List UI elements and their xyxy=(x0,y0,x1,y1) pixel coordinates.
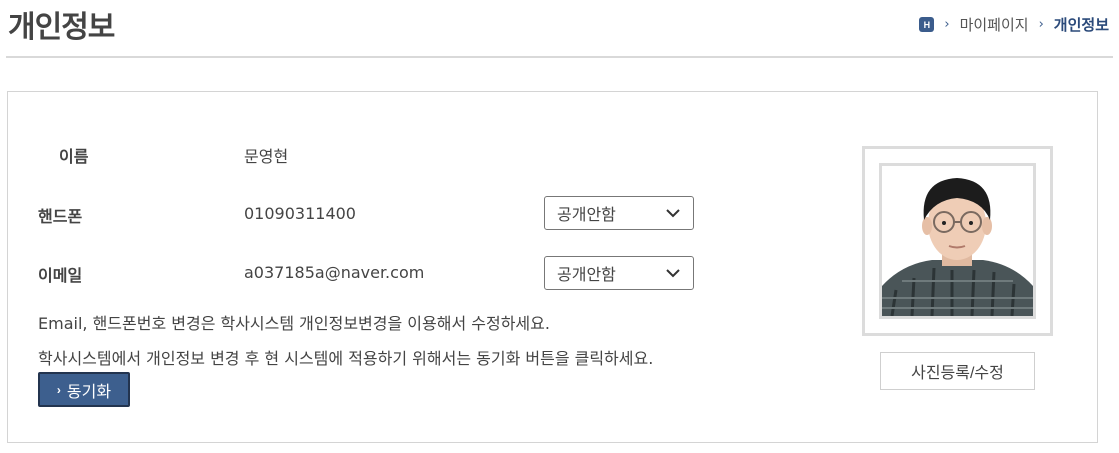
name-label: 이름 xyxy=(59,147,89,166)
phone-label: 핸드폰 xyxy=(38,207,83,226)
photo-upload-button[interactable]: 사진등록/수정 xyxy=(880,352,1035,390)
breadcrumb-item-current: 개인정보 xyxy=(1053,16,1109,34)
avatar xyxy=(882,166,1033,316)
notice-text: 학사시스템에서 개인정보 변경 후 현 시스템에 적용하기 위해서는 동기화 버… xyxy=(38,349,654,368)
chevron-down-icon xyxy=(666,269,680,278)
profile-photo-frame xyxy=(862,146,1053,336)
notice-text: Email, 핸드폰번호 변경은 학사시스템 개인정보변경을 이용해서 수정하세… xyxy=(38,314,550,333)
home-icon[interactable]: H xyxy=(919,17,935,32)
breadcrumb-separator-icon: › xyxy=(1038,17,1044,32)
name-value: 문영현 xyxy=(244,147,289,166)
sync-button[interactable]: › 동기화 xyxy=(38,372,130,407)
chevron-down-icon xyxy=(666,209,680,218)
page-title: 개인정보 xyxy=(8,10,115,45)
phone-visibility-select[interactable]: 공개안함 xyxy=(544,196,694,230)
phone-value: 01090311400 xyxy=(244,204,356,223)
breadcrumb-separator-icon: › xyxy=(944,17,950,32)
email-visibility-select[interactable]: 공개안함 xyxy=(544,256,694,290)
breadcrumb-item-mypage[interactable]: 마이페이지 xyxy=(960,14,1029,35)
email-visibility-value: 공개안함 xyxy=(557,265,616,284)
header-divider xyxy=(6,56,1113,58)
phone-visibility-value: 공개안함 xyxy=(557,205,616,224)
email-label: 이메일 xyxy=(38,266,83,285)
profile-panel: 이름 문영현 핸드폰 01090311400 공개안함 이메일 a037185a… xyxy=(7,91,1098,443)
breadcrumb: H › 마이페이지 › 개인정보 xyxy=(919,14,1109,35)
email-value: a037185a@naver.com xyxy=(244,263,425,282)
profile-photo xyxy=(879,163,1036,319)
chevron-right-icon: › xyxy=(56,382,61,397)
sync-button-label: 동기화 xyxy=(66,383,112,401)
